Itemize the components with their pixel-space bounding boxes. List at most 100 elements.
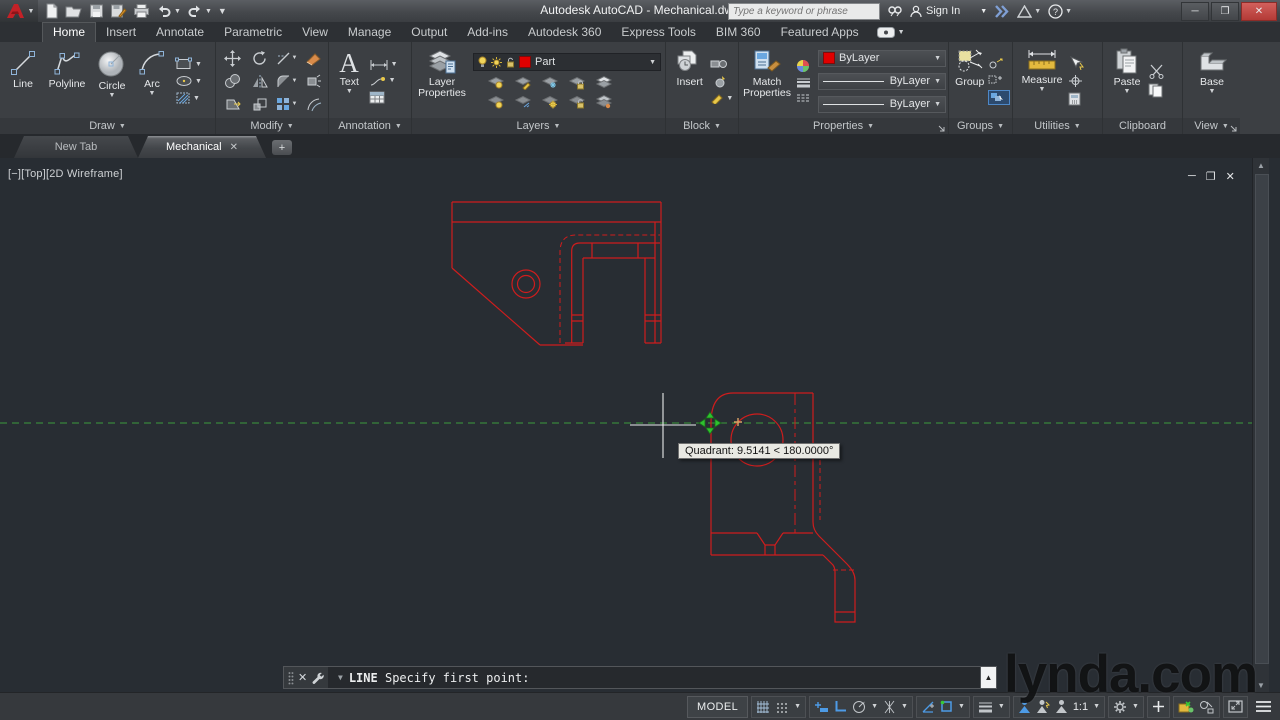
redo-button[interactable]: ▼ (187, 4, 212, 19)
panel-label-modify[interactable]: Modify ▼ (216, 118, 328, 134)
chevron-down-icon[interactable]: ▼ (1209, 88, 1216, 95)
save-button[interactable] (89, 3, 104, 19)
search-input[interactable] (728, 2, 880, 20)
polar-tracking-icon[interactable] (852, 700, 866, 714)
chevron-down-icon[interactable]: ▼ (195, 78, 202, 85)
application-menu-button[interactable]: ▼ (0, 0, 38, 22)
scale-icon[interactable] (252, 97, 267, 112)
id-point-icon[interactable] (1068, 74, 1083, 88)
layer-unlock-all-icon[interactable] (568, 94, 585, 109)
save-as-button[interactable] (110, 3, 127, 19)
dynamic-input-icon[interactable] (814, 700, 829, 713)
line-button[interactable]: Line (3, 45, 43, 117)
annotation-visibility-icon[interactable] (1018, 699, 1031, 714)
new-file-button[interactable] (44, 3, 59, 19)
layer-unisolate-icon[interactable] (514, 94, 531, 109)
chevron-down-icon[interactable]: ▼ (1124, 88, 1131, 95)
recent-commands-icon[interactable]: ▼ (338, 673, 343, 682)
lineweight-display-icon[interactable] (978, 701, 993, 713)
layer-off-icon[interactable] (487, 75, 504, 90)
chevron-down-icon[interactable]: ▼ (871, 703, 878, 710)
scroll-up-icon[interactable]: ▲ (1253, 158, 1269, 172)
customization-menu-icon[interactable] (1255, 700, 1272, 713)
command-history-button[interactable]: ▲ (980, 667, 996, 688)
base-button[interactable]: Base ▼ (1187, 45, 1237, 117)
snap-mode-icon[interactable] (775, 700, 789, 714)
define-attributes-icon[interactable] (710, 75, 728, 88)
insert-button[interactable]: Insert (669, 45, 710, 117)
dialog-launcher-icon[interactable] (938, 125, 945, 132)
linetype-combo[interactable]: ByLayer ▼ (818, 95, 946, 113)
chevron-down-icon[interactable]: ▼ (898, 29, 905, 36)
chevron-down-icon[interactable]: ▼ (901, 703, 908, 710)
chevron-down-icon[interactable]: ▼ (193, 95, 200, 102)
tab-annotate[interactable]: Annotate (146, 22, 214, 42)
tab-autodesk-360[interactable]: Autodesk 360 (518, 22, 611, 42)
trim-button[interactable]: ▼ (276, 51, 297, 66)
chevron-down-icon[interactable]: ▼ (195, 61, 202, 68)
quick-select-icon[interactable] (1068, 56, 1085, 70)
mirror-icon[interactable] (252, 74, 268, 89)
erase-icon[interactable] (305, 51, 322, 66)
chevron-down-icon[interactable]: ▼ (794, 703, 801, 710)
layer-isolate-icon[interactable] (487, 94, 504, 109)
command-prompt[interactable]: ▼ LINE Specify first point: (328, 667, 980, 688)
group-edit-icon[interactable] (988, 74, 1004, 86)
color-combo[interactable]: ByLayer ▼ (818, 49, 946, 67)
ungroup-icon[interactable] (988, 58, 1004, 70)
isolate-objects-icon[interactable] (1199, 700, 1215, 714)
object-snap-icon[interactable] (940, 700, 953, 713)
object-snap-tracking-icon[interactable] (921, 700, 935, 713)
tab-parametric[interactable]: Parametric (214, 22, 292, 42)
drawing-area[interactable]: [−][Top][2D Wireframe] ─ ❐ ✕ Quadrant: 9… (0, 158, 1280, 692)
measure-button[interactable]: Measure ▼ (1016, 45, 1068, 117)
chevron-down-icon[interactable]: ▼ (998, 703, 1005, 710)
file-tab-new[interactable]: New Tab (14, 136, 138, 158)
paste-button[interactable]: Paste ▼ (1106, 45, 1148, 117)
open-file-button[interactable] (65, 3, 83, 19)
tab-output[interactable]: Output (401, 22, 457, 42)
leader-button[interactable]: ▼ (369, 75, 409, 87)
customization-plus-icon[interactable] (1152, 700, 1165, 713)
panel-label-block[interactable]: Block ▼ (666, 118, 738, 134)
offset-icon[interactable] (306, 97, 322, 112)
annotation-scale-icon[interactable] (1055, 699, 1068, 714)
tab-insert[interactable]: Insert (96, 22, 146, 42)
drag-handle-icon[interactable] (288, 671, 294, 685)
command-line[interactable]: ✕ ▼ LINE Specify first point: ▲ (283, 666, 997, 689)
model-space-button[interactable]: MODEL (687, 695, 749, 718)
plot-button[interactable] (133, 3, 150, 19)
linetype-icon[interactable] (796, 93, 811, 103)
undo-button[interactable]: ▼ (156, 4, 181, 19)
scrollbar-thumb[interactable] (1255, 174, 1269, 664)
chevron-down-icon[interactable]: ▼ (1132, 703, 1139, 710)
chevron-down-icon[interactable]: ▼ (1039, 86, 1046, 93)
ellipse-button[interactable]: ▼ (175, 75, 213, 87)
copy-clip-icon[interactable] (1148, 83, 1164, 98)
vertical-scrollbar[interactable]: ▲ ▼ (1252, 158, 1269, 692)
rotate-icon[interactable] (251, 50, 268, 67)
copy-icon[interactable] (224, 73, 241, 89)
panel-label-annotation[interactable]: Annotation ▼ (329, 118, 411, 134)
stretch-icon[interactable] (225, 97, 241, 112)
layer-freeze-icon[interactable] (541, 75, 558, 90)
auto-annotation-scale-icon[interactable] (1036, 699, 1050, 714)
exchange-apps-icon[interactable] (994, 4, 1010, 18)
layer-lock-icon[interactable] (568, 75, 585, 90)
layer-freeze-sun-icon[interactable] (491, 56, 502, 68)
layer-color-swatch[interactable] (519, 56, 531, 68)
block-editor-button[interactable]: ▼ (710, 92, 736, 104)
text-button[interactable]: A Text ▼ (332, 45, 367, 117)
explode-icon[interactable] (305, 74, 322, 89)
close-button[interactable]: ✕ (1241, 2, 1277, 21)
clean-screen-icon[interactable] (1228, 700, 1243, 713)
tab-home[interactable]: Home (42, 22, 97, 42)
group-button[interactable]: Group (952, 45, 988, 117)
table-button[interactable] (369, 91, 409, 104)
chevron-down-icon[interactable]: ▼ (109, 92, 116, 99)
chevron-down-icon[interactable]: ▼ (391, 61, 398, 68)
layer-properties-button[interactable]: Layer Properties (415, 45, 469, 117)
layer-unlock-icon[interactable] (506, 57, 515, 68)
tab-bim-360[interactable]: BIM 360 (706, 22, 771, 42)
cut-icon[interactable] (1148, 64, 1165, 79)
